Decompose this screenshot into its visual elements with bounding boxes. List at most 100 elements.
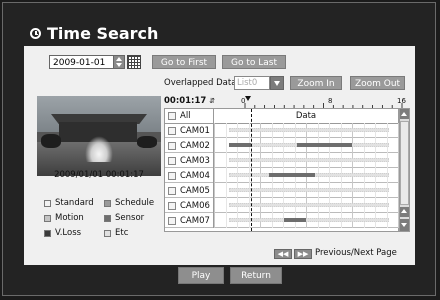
- recording-data-cell[interactable]: [214, 183, 399, 198]
- event-segment: [296, 143, 352, 147]
- grid-line: [225, 198, 227, 213]
- legend-swatch: [44, 199, 51, 207]
- recording-data-cell[interactable]: [214, 153, 399, 168]
- camera-checkbox[interactable]: [168, 141, 176, 150]
- camera-cell[interactable]: CAM02: [165, 138, 214, 153]
- tick-label-0: 0: [241, 97, 245, 105]
- legend-schedule: Schedule: [104, 198, 154, 208]
- playhead-line: [251, 109, 252, 231]
- table-row[interactable]: CAM03: [165, 153, 399, 168]
- camera-preview: [37, 96, 161, 176]
- camera-checkbox[interactable]: [168, 186, 176, 195]
- calendar-icon[interactable]: [127, 55, 141, 69]
- camera-checkbox[interactable]: [168, 201, 176, 210]
- legend-standard: Standard: [44, 198, 94, 208]
- zoom-out-button[interactable]: Zoom Out: [350, 76, 405, 90]
- camera-label: CAM05: [180, 185, 210, 196]
- recording-data-cell[interactable]: [214, 123, 399, 138]
- camera-checkbox[interactable]: [168, 171, 176, 180]
- recording-segment: [228, 128, 389, 132]
- camera-checkbox[interactable]: [168, 216, 176, 225]
- legend-label: V.Loss: [55, 228, 82, 238]
- time-spin-icon[interactable]: ⇵: [209, 97, 215, 105]
- recording-segment: [228, 158, 389, 162]
- table-header: All Data: [165, 109, 398, 124]
- grid-line: [214, 138, 215, 153]
- page-title: Time Search: [47, 23, 159, 43]
- camera-cell[interactable]: CAM03: [165, 153, 214, 168]
- playhead-marker-icon[interactable]: [245, 96, 251, 101]
- chevron-down-icon[interactable]: [270, 76, 284, 90]
- go-to-first-button[interactable]: Go to First: [152, 55, 216, 69]
- legend-etc: Etc: [104, 228, 128, 238]
- grid-line: [225, 183, 227, 198]
- table-row[interactable]: CAM02: [165, 138, 399, 153]
- tick-label-8: 8: [328, 97, 332, 105]
- camera-checkbox[interactable]: [168, 156, 176, 165]
- table-scrollbar[interactable]: [399, 108, 410, 232]
- previous-page-button[interactable]: ◀◀: [274, 249, 292, 259]
- play-button[interactable]: Play: [178, 267, 224, 284]
- legend-label: Sensor: [115, 213, 145, 223]
- recording-segment: [228, 188, 389, 192]
- camera-label: CAM07: [180, 215, 210, 226]
- tick-label-16: 16: [397, 97, 406, 105]
- camera-cell[interactable]: CAM05: [165, 183, 214, 198]
- recording-data-cell[interactable]: [214, 213, 399, 228]
- legend-swatch: [104, 214, 111, 222]
- grid-line: [225, 168, 227, 183]
- recording-data-cell[interactable]: [214, 198, 399, 213]
- event-segment: [283, 218, 306, 222]
- table-row[interactable]: CAM07: [165, 213, 399, 228]
- clock-icon: [30, 27, 41, 39]
- recording-table: All Data CAM01 CAM02 CAM03 CAM04 CAM05 CAM06 C…: [164, 108, 399, 232]
- table-row[interactable]: CAM04: [165, 168, 399, 183]
- current-time: 00:01:17: [164, 96, 207, 106]
- grid-line: [225, 123, 227, 138]
- camera-label: CAM01: [180, 125, 210, 136]
- scroll-page-icon[interactable]: [400, 207, 409, 217]
- select-all-checkbox[interactable]: [168, 112, 176, 120]
- recording-data-cell[interactable]: [214, 138, 399, 153]
- date-spinner[interactable]: [113, 55, 125, 69]
- grid-line: [225, 153, 227, 168]
- legend-sensor: Sensor: [104, 213, 144, 223]
- next-page-button[interactable]: ▶▶: [294, 249, 312, 259]
- table-row[interactable]: CAM01: [165, 123, 399, 138]
- all-label: All: [180, 111, 191, 121]
- data-column-header: Data: [295, 111, 317, 121]
- paging-label: Previous/Next Page: [315, 248, 397, 258]
- current-time-readout: 00:01:17 ⇵: [164, 96, 215, 106]
- camera-label: CAM03: [180, 155, 210, 166]
- event-segment: [228, 143, 251, 147]
- zoom-in-button[interactable]: Zoom In: [290, 76, 342, 90]
- date-field[interactable]: 2009-01-01: [49, 55, 114, 69]
- recording-segment: [228, 203, 389, 207]
- go-to-last-button[interactable]: Go to Last: [222, 55, 286, 69]
- return-button[interactable]: Return: [230, 267, 282, 284]
- camera-label: CAM04: [180, 170, 210, 181]
- legend-swatch: [104, 199, 111, 207]
- recording-segment: [228, 218, 389, 222]
- legend-label: Schedule: [115, 198, 155, 208]
- grid-line: [214, 213, 215, 228]
- table-row[interactable]: CAM06: [165, 198, 399, 213]
- camera-cell[interactable]: CAM01: [165, 123, 214, 138]
- camera-cell[interactable]: CAM07: [165, 213, 214, 228]
- timeline-ruler[interactable]: 0 8 16: [239, 96, 408, 108]
- scroll-thumb[interactable]: [400, 121, 409, 205]
- select-all-cell[interactable]: All: [165, 109, 214, 123]
- legend-swatch: [44, 214, 51, 222]
- recording-data-cell[interactable]: [214, 168, 399, 183]
- legend-label: Standard: [55, 198, 94, 208]
- table-row[interactable]: CAM05: [165, 183, 399, 198]
- scroll-down-icon[interactable]: [400, 219, 409, 231]
- camera-cell[interactable]: CAM04: [165, 168, 214, 183]
- overlapped-data-select[interactable]: List0: [234, 76, 270, 90]
- title-bar: Time Search: [30, 23, 158, 43]
- preview-timestamp: 2009/01/01 00:01:17: [54, 170, 144, 180]
- legend-motion: Motion: [44, 213, 84, 223]
- camera-checkbox[interactable]: [168, 126, 176, 135]
- scroll-up-icon[interactable]: [400, 109, 409, 119]
- camera-cell[interactable]: CAM06: [165, 198, 214, 213]
